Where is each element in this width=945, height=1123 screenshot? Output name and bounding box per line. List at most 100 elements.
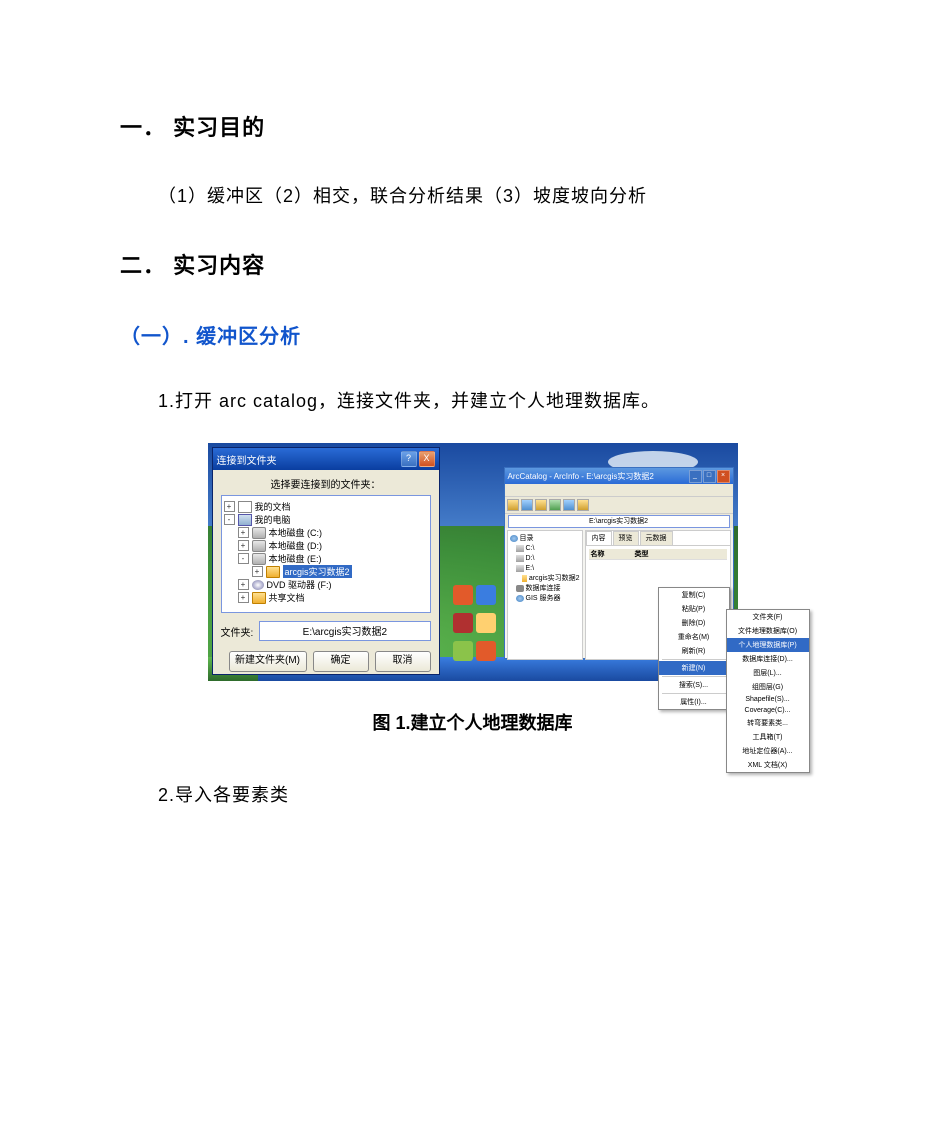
tree-data-folder[interactable]: arcgis实习数据2 [529,573,580,583]
menu-separator [662,693,726,694]
folder-tree[interactable]: + 我的文档 - 我的电脑 + 本地磁盘 (C:) + 本地磁盘 (D:) - 本地磁盘 … [221,495,431,613]
sub-coverage[interactable]: Coverage(C)... [727,705,809,716]
step-1: 1.打开 arc catalog，连接文件夹，并建立个人地理数据库。 [120,387,825,413]
new-submenu[interactable]: 文件夹(F) 文件地理数据库(O) 个人地理数据库(P) 数据库连接(D)...… [726,609,810,773]
drive-icon [516,545,524,552]
figure-1: 连接到文件夹 ? X 选择要连接到的文件夹： +我的文档 -我的电脑 +本地磁盘… [208,443,738,681]
tree-item-drive-e[interactable]: 本地磁盘 (E:) [269,552,322,565]
cancel-button[interactable]: 取消 [375,651,431,672]
drive-icon [252,540,266,552]
sub-db-conn[interactable]: 数据库连接(D)... [727,652,809,666]
ctx-new[interactable]: 新建(N) [659,661,729,675]
toolbar-icon[interactable] [507,499,519,511]
sub-address[interactable]: 地址定位器(A)... [727,744,809,758]
sub-shapefile[interactable]: Shapefile(S)... [727,694,809,705]
heading-2: 二． 实习内容 [120,248,825,280]
drive-icon [252,527,266,539]
path-input[interactable]: E:\arcgis实习数据2 [259,621,430,641]
col-name: 名称 [591,549,605,559]
maximize-button[interactable]: □ [703,470,716,483]
ctx-copy[interactable]: 复制(C) [659,588,729,602]
sub-personal-gdb[interactable]: 个人地理数据库(P) [727,638,809,652]
tree-item-drive-c[interactable]: 本地磁盘 (C:) [269,526,323,539]
collapse-icon[interactable]: - [224,514,235,525]
col-type: 类型 [635,549,649,559]
arccatalog-titlebar[interactable]: ArcCatalog - ArcInfo - E:\arcgis实习数据2 _ … [505,468,733,484]
tree-item-dvd[interactable]: DVD 驱动器 (F:) [267,578,332,591]
tree-gis-server[interactable]: GIS 服务器 [526,593,561,603]
tab-metadata[interactable]: 元数据 [640,531,673,545]
toolbar-icon[interactable] [563,499,575,511]
toolbar-icon[interactable] [549,499,561,511]
tree-c[interactable]: C:\ [526,545,535,552]
arccatalog-title: ArcCatalog - ArcInfo - E:\arcgis实习数据2 [508,471,654,482]
catalog-root[interactable]: 目录 [520,533,534,543]
context-menu[interactable]: 复制(C) 粘贴(P) 删除(D) 重命名(M) 刷新(R) 新建(N) 搜索(… [658,587,730,710]
ctx-delete[interactable]: 删除(D) [659,616,729,630]
desktop-icon[interactable] [476,641,496,661]
expand-icon[interactable]: + [238,579,249,590]
toolbar-icon[interactable] [521,499,533,511]
sub-file-gdb[interactable]: 文件地理数据库(O) [727,624,809,638]
dialog-titlebar[interactable]: 连接到文件夹 ? X [213,448,439,470]
globe-icon [516,595,524,602]
sub-xml[interactable]: XML 文档(X) [727,758,809,772]
drive-icon [252,553,266,565]
ctx-search[interactable]: 搜索(S)... [659,678,729,692]
sub-layer[interactable]: 图层(L)... [727,666,809,680]
expand-icon[interactable]: + [238,592,249,603]
view-tabs: 内容 预览 元数据 [586,531,730,546]
document-icon [238,501,252,513]
tree-item-shared[interactable]: 共享文档 [269,591,305,604]
tree-item-selected[interactable]: arcgis实习数据2 [283,565,352,578]
address-input[interactable]: E:\arcgis实习数据2 [508,515,730,528]
desktop-icon[interactable] [453,613,473,633]
desktop-icon[interactable] [476,585,496,605]
contents-list[interactable]: 名称 类型 [586,546,730,563]
collapse-icon[interactable]: - [238,553,249,564]
ctx-refresh[interactable]: 刷新(R) [659,644,729,658]
tree-item-drive-d[interactable]: 本地磁盘 (D:) [269,539,323,552]
ctx-rename[interactable]: 重命名(M) [659,630,729,644]
close-button[interactable]: × [717,470,730,483]
desktop-icon[interactable] [476,613,496,633]
minimize-button[interactable]: _ [689,470,702,483]
sub-turn[interactable]: 转弯要素类... [727,716,809,730]
tree-e[interactable]: E:\ [526,565,535,572]
tree-db-conn[interactable]: 数据库连接 [526,583,561,593]
subheading-buffer-analysis: （一）. 缓冲区分析 [120,320,825,349]
expand-icon[interactable]: + [238,527,249,538]
catalog-tree-panel[interactable]: 目录 C:\ D:\ E:\ arcgis实习数据2 数据库连接 GIS 服务器 [507,530,583,660]
toolbar-icon[interactable] [535,499,547,511]
computer-icon [238,514,252,526]
document-page: 一． 实习目的 （1）缓冲区（2）相交，联合分析结果（3）坡度坡向分析 二． 实… [0,0,945,807]
toolbar-icon[interactable] [577,499,589,511]
globe-icon [510,535,518,542]
tree-item-mypc[interactable]: 我的电脑 [255,513,291,526]
menubar[interactable] [505,484,733,497]
desktop-icon[interactable] [453,641,473,661]
db-icon [516,585,524,592]
desktop-icon[interactable] [453,585,473,605]
tab-contents[interactable]: 内容 [586,531,612,545]
dialog-body: 选择要连接到的文件夹： +我的文档 -我的电脑 +本地磁盘 (C:) +本地磁盘… [213,470,439,678]
expand-icon[interactable]: + [224,501,235,512]
sub-folder[interactable]: 文件夹(F) [727,610,809,624]
tab-preview[interactable]: 预览 [613,531,639,545]
sub-group-layer[interactable]: 组图层(G) [727,680,809,694]
tree-d[interactable]: D:\ [526,555,535,562]
expand-icon[interactable]: + [238,540,249,551]
expand-icon[interactable]: + [252,566,263,577]
tree-item-mydocs[interactable]: 我的文档 [255,500,291,513]
close-button[interactable]: X [419,451,435,467]
toolbar[interactable] [505,497,733,514]
new-folder-button[interactable]: 新建文件夹(M) [229,651,307,672]
figure-1-wrap: 连接到文件夹 ? X 选择要连接到的文件夹： +我的文档 -我的电脑 +本地磁盘… [120,443,825,681]
ctx-properties[interactable]: 属性(I)... [659,695,729,709]
sub-toolbox[interactable]: 工具箱(T) [727,730,809,744]
ctx-paste[interactable]: 粘贴(P) [659,602,729,616]
ok-button[interactable]: 确定 [313,651,369,672]
folder-icon [266,566,280,578]
cd-icon [252,580,264,590]
help-button[interactable]: ? [401,451,417,467]
